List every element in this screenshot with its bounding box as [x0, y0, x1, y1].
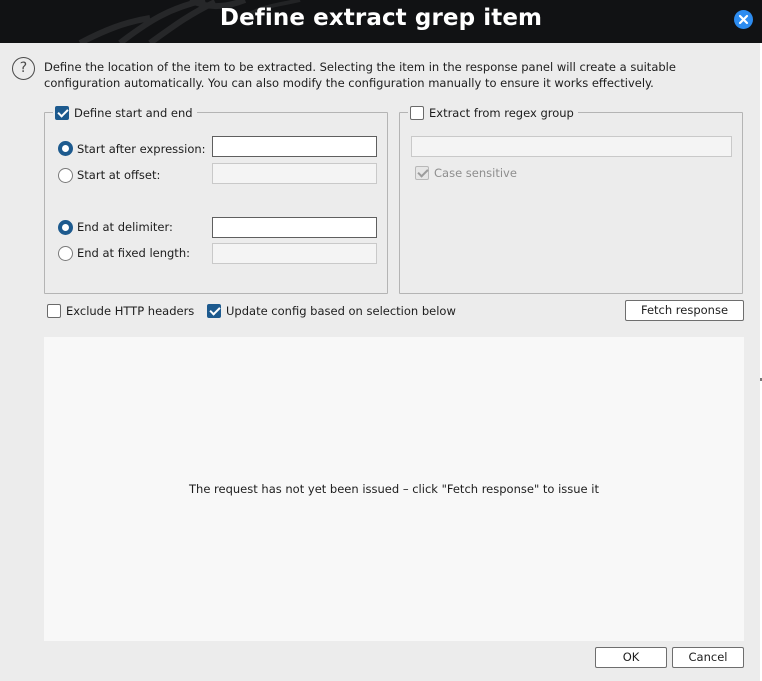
exclude-headers-checkbox[interactable]	[47, 304, 61, 318]
update-config-label: Update config based on selection below	[226, 304, 456, 318]
end-delimiter-input[interactable]	[212, 217, 377, 238]
response-panel[interactable]: The request has not yet been issued – cl…	[44, 337, 744, 641]
regex-input[interactable]	[411, 136, 732, 157]
start-offset-input[interactable]	[212, 163, 377, 184]
update-config-option[interactable]: Update config based on selection below	[207, 304, 456, 318]
start-end-label: Define start and end	[74, 106, 193, 120]
start-offset-radio[interactable]	[58, 168, 73, 183]
start-after-radio[interactable]	[58, 141, 73, 156]
update-config-checkbox[interactable]	[207, 304, 221, 318]
dialog-body: ? Define the location of the item to be …	[0, 43, 760, 681]
close-icon	[738, 14, 749, 25]
fetch-response-button[interactable]: Fetch response	[625, 300, 744, 321]
case-sensitive-label: Case sensitive	[434, 166, 517, 180]
end-fixed-label: End at fixed length:	[77, 246, 190, 260]
response-message: The request has not yet been issued – cl…	[189, 482, 599, 496]
ok-button[interactable]: OK	[595, 647, 667, 668]
intro-text: Define the location of the item to be ex…	[44, 60, 676, 90]
regex-checkbox[interactable]	[410, 106, 424, 120]
exclude-headers-label: Exclude HTTP headers	[66, 304, 195, 318]
start-end-group: Define start and end Start after express…	[44, 105, 388, 294]
case-sensitive-option[interactable]: Case sensitive	[415, 166, 517, 180]
dialog-title: Define extract grep item	[219, 5, 543, 31]
title-bar: Define extract grep item	[0, 0, 762, 43]
start-end-checkbox[interactable]	[55, 106, 69, 120]
regex-label: Extract from regex group	[429, 106, 574, 120]
start-after-input[interactable]	[212, 136, 377, 157]
help-icon[interactable]: ?	[12, 57, 35, 80]
exclude-headers-option[interactable]: Exclude HTTP headers	[47, 304, 194, 318]
regex-legend[interactable]: Extract from regex group	[408, 105, 578, 121]
case-sensitive-checkbox[interactable]	[415, 166, 429, 180]
start-end-legend[interactable]: Define start and end	[53, 105, 197, 121]
end-delimiter-label: End at delimiter:	[77, 220, 173, 234]
end-fixed-radio[interactable]	[58, 246, 73, 261]
end-delimiter-radio[interactable]	[58, 220, 73, 235]
end-fixed-input[interactable]	[212, 243, 377, 264]
close-button[interactable]	[734, 10, 753, 29]
cancel-button[interactable]: Cancel	[672, 647, 744, 668]
regex-group: Extract from regex group Case sensitive	[399, 105, 743, 294]
start-offset-label: Start at offset:	[77, 168, 161, 182]
start-after-label: Start after expression:	[77, 142, 206, 156]
